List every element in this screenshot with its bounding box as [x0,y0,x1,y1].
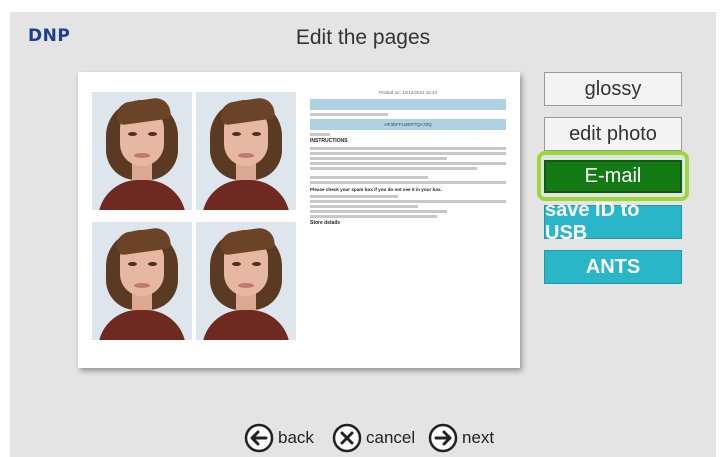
ants-button[interactable]: ANTS [544,250,682,284]
doc-header: Printed on: 12/12/2021 15:24 [378,90,438,95]
save-id-usb-button[interactable]: save ID to USB [544,199,682,244]
back-label: back [278,428,314,447]
close-icon [332,423,362,453]
doc-code: HF3DFFU4ERTQA7ZQ [310,119,506,130]
id-photo [196,222,296,340]
id-photo [92,92,192,210]
glossy-button[interactable]: glossy [544,72,682,106]
doc-store-details: Store details [310,220,341,226]
doc-spam-notice: Please check your spam box if you do not… [310,187,442,192]
kiosk-screen: DNP Edit the pages Printed on: 12/12/202… [10,12,716,457]
cancel-button[interactable]: cancel [332,423,415,453]
id-photo [92,222,192,340]
next-button[interactable]: next [428,423,494,453]
back-button[interactable]: back [244,423,314,453]
next-label: next [462,428,495,447]
doc-field [310,99,506,110]
id-photo [196,92,296,210]
document-text: Printed on: 12/12/2021 15:24 HF3DFFU4ERT… [310,90,506,227]
arrow-right-icon [428,423,458,453]
cancel-label: cancel [366,428,416,447]
page-title: Edit the pages [295,26,431,49]
email-button[interactable]: E-mail [544,160,682,193]
page-preview: Printed on: 12/12/2021 15:24 HF3DFFU4ERT… [78,72,520,368]
edit-photo-button[interactable]: edit photo [544,117,682,151]
doc-instructions-title: INSTRUCTIONS [310,138,348,144]
arrow-left-icon [244,423,274,453]
